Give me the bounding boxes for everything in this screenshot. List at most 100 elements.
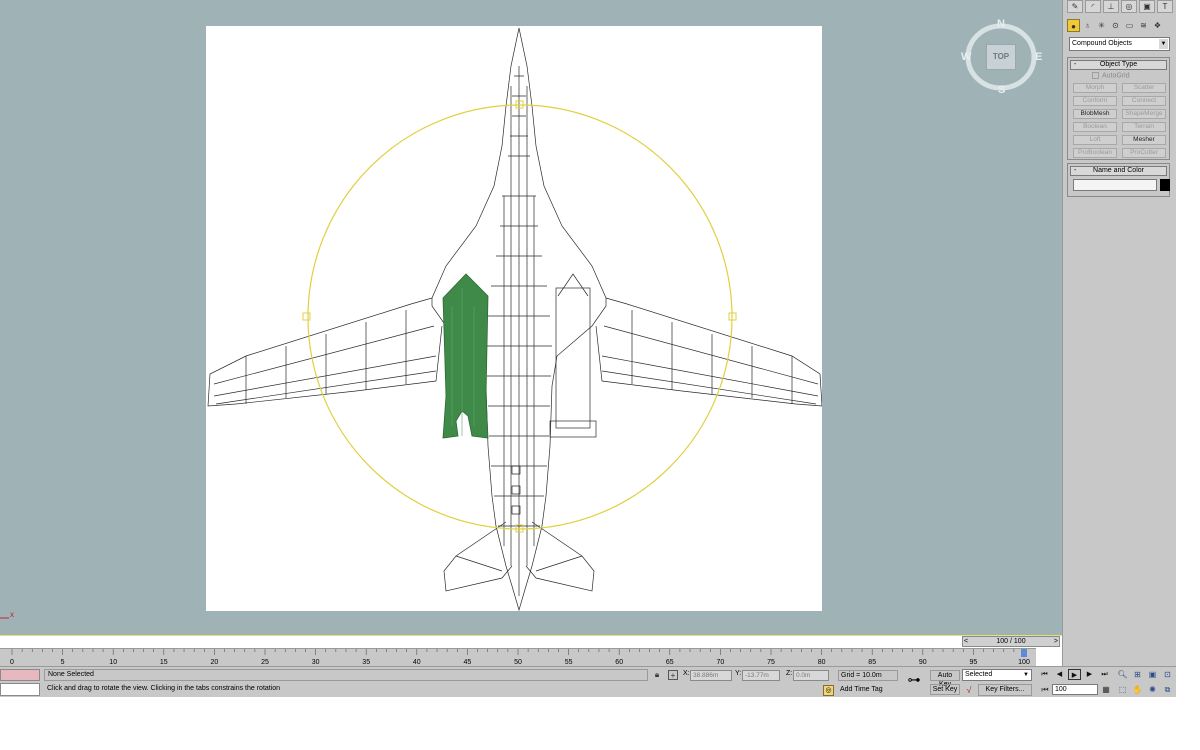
track-label: 80 (818, 659, 826, 666)
play-icon[interactable]: ▶ (1068, 669, 1081, 680)
current-frame-spinner[interactable]: 100 (1052, 684, 1098, 695)
track-label: 100 (1018, 659, 1030, 666)
connect-button[interactable]: Connect (1122, 96, 1166, 106)
track-label: 25 (261, 659, 269, 666)
modify-icon[interactable]: ◜ (1085, 0, 1101, 13)
spacewarps-icon[interactable]: ≋ (1137, 19, 1150, 32)
shapes-icon[interactable]: ♁ (1081, 19, 1094, 32)
time-slider-label: 100 / 100 (996, 638, 1026, 645)
pan-icon[interactable]: ✋ (1131, 684, 1144, 696)
track-label: 55 (565, 659, 573, 666)
time-slider-prev[interactable]: < (964, 637, 968, 646)
set-key-icon[interactable]: ⊶ (904, 672, 924, 688)
track-label: 65 (666, 659, 674, 666)
selection-info: None Selected (44, 669, 648, 681)
blobmesh-button[interactable]: BlobMesh (1073, 109, 1117, 119)
key-mode-curve-icon[interactable]: √ (963, 684, 975, 696)
orbit-icon[interactable]: ✺ (1146, 684, 1159, 696)
name-and-color-header[interactable]: - Name and Color (1070, 166, 1167, 176)
track-label: 50 (514, 659, 522, 666)
object-color-swatch[interactable] (1160, 179, 1170, 191)
track-label: 10 (109, 659, 117, 666)
morph-button[interactable]: Morph (1073, 83, 1117, 93)
viewport-navigation-controls: 🔍︎ ⊞ ▣ ⊡ ⬚ ✋ ✺ ⧉ (1116, 669, 1176, 697)
systems-icon[interactable]: ❖ (1151, 19, 1164, 32)
checkbox-icon (1092, 72, 1099, 79)
dropdown-value: Selected (965, 671, 993, 678)
track-bar-ruler: 0 5 10 15 20 25 30 35 40 45 50 55 60 65 70 75 80 85 90 95 10… (10, 649, 1030, 666)
object-category-dropdown[interactable]: Compound Objects ▼ (1069, 37, 1170, 51)
zoom-extents-all-icon[interactable]: ⊡ (1161, 669, 1174, 681)
go-to-end-icon[interactable]: ⏭ (1098, 669, 1111, 680)
proboolean-button[interactable]: ProBoolean (1073, 148, 1117, 158)
gizmo-handle[interactable] (302, 312, 311, 321)
lock-icon[interactable]: 🔒︎ (652, 670, 662, 680)
absolute-mode-icon[interactable]: + (668, 670, 678, 680)
time-slider[interactable]: < 100 / 100 > (962, 636, 1060, 647)
auto-key-button[interactable]: Auto Key (930, 670, 960, 688)
track-label: 0 (10, 659, 14, 666)
y-coordinate-field[interactable]: -13.77m (742, 670, 780, 681)
current-frame-marker[interactable] (1021, 649, 1027, 657)
track-label: 15 (160, 659, 168, 666)
go-to-start-icon[interactable]: ⏮ (1038, 669, 1051, 680)
viewcube[interactable]: N S E W TOP (960, 18, 1046, 98)
zoom-extents-icon[interactable]: ▣ (1146, 669, 1159, 681)
object-type-header[interactable]: - Object Type (1070, 60, 1167, 70)
sphere-gizmo[interactable] (307, 104, 733, 530)
procutter-button[interactable]: ProCutter (1122, 148, 1166, 158)
cameras-icon[interactable]: ⊙ (1109, 19, 1122, 32)
dropdown-value: Compound Objects (1072, 40, 1132, 47)
zoom-icon[interactable]: 🔍︎ (1116, 669, 1129, 681)
maxscript-listener-mini[interactable] (0, 669, 40, 681)
top-viewport[interactable]: x N S E W TOP (0, 0, 1062, 636)
x-label: X: (683, 670, 690, 677)
track-label: 35 (362, 659, 370, 666)
scatter-button[interactable]: Scatter (1122, 83, 1166, 93)
hierarchy-icon[interactable]: ⊥ (1103, 0, 1119, 13)
x-coordinate-field[interactable]: 38.886m (690, 670, 732, 681)
compass-west-label: W (961, 51, 972, 63)
autogrid-checkbox[interactable]: AutoGrid (1092, 72, 1130, 79)
z-label: Z: (786, 670, 793, 677)
create-icon[interactable]: ✎ (1067, 0, 1083, 13)
time-configuration-icon[interactable]: ▦ (1101, 685, 1111, 695)
next-frame-icon[interactable]: ▶ (1083, 669, 1096, 680)
key-selection-dropdown[interactable]: Selected ▼ (962, 669, 1032, 681)
key-mode-toggle-icon[interactable]: ⏮ (1040, 685, 1050, 695)
zoom-all-icon[interactable]: ⊞ (1131, 669, 1144, 681)
time-tag-icon[interactable]: ◎ (823, 685, 834, 696)
maximize-viewport-icon[interactable]: ⧉ (1161, 684, 1174, 696)
key-filters-button[interactable]: Key Filters... (978, 684, 1032, 696)
max-application-window: x N S E W TOP ✎ ◜ ⊥ ◎ ▣ T ● ♁ ✳ ⊙ ▭ ≋ ❖ … (0, 0, 1200, 750)
track-label: 90 (919, 659, 927, 666)
z-coordinate-field[interactable]: 0.0m (793, 670, 829, 681)
loft-button[interactable]: Loft (1073, 135, 1117, 145)
track-label: 70 (717, 659, 725, 666)
set-key-button[interactable]: Set Key (930, 684, 960, 695)
mesher-button[interactable]: Mesher (1122, 135, 1166, 145)
viewcube-top-face[interactable]: TOP (986, 44, 1016, 70)
helpers-icon[interactable]: ▭ (1123, 19, 1136, 32)
status-bar: None Selected 🔒︎ + X: 38.886m Y: -13.77m… (0, 666, 1176, 697)
geometry-icon[interactable]: ● (1067, 19, 1080, 32)
utilities-icon[interactable]: T (1157, 0, 1173, 13)
display-icon[interactable]: ▣ (1139, 0, 1155, 13)
region-zoom-icon[interactable]: ⬚ (1116, 684, 1129, 696)
track-label: 75 (767, 659, 775, 666)
motion-icon[interactable]: ◎ (1121, 0, 1137, 13)
previous-frame-icon[interactable]: ◀ (1053, 669, 1066, 680)
track-label: 95 (970, 659, 978, 666)
maxscript-listener-output[interactable] (0, 683, 40, 696)
terrain-button[interactable]: Terrain (1122, 122, 1166, 132)
grid-size-display: Grid = 10.0m (838, 670, 898, 681)
track-bar[interactable]: 0 5 10 15 20 25 30 35 40 45 50 55 60 65 70 75 80 85 90 95 10… (0, 648, 1036, 666)
conform-button[interactable]: Conform (1073, 96, 1117, 106)
lights-icon[interactable]: ✳ (1095, 19, 1108, 32)
autogrid-label: AutoGrid (1102, 72, 1130, 80)
add-time-tag-button[interactable]: Add Time Tag (838, 685, 898, 696)
boolean-button[interactable]: Boolean (1073, 122, 1117, 132)
object-name-input[interactable] (1073, 179, 1157, 191)
time-slider-next[interactable]: > (1054, 637, 1058, 646)
shapemerge-button[interactable]: ShapeMerge (1122, 109, 1166, 119)
